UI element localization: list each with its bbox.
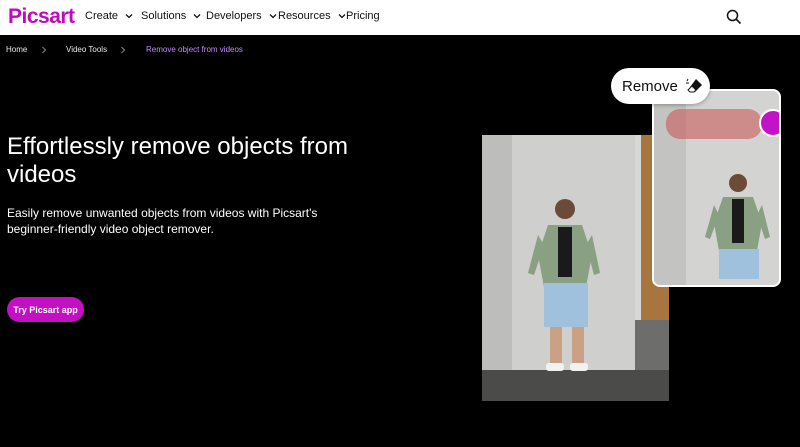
person-figure [705,174,770,279]
breadcrumb-current: Remove object from videos [146,45,243,54]
page-title: Effortlessly remove objects from videos [7,133,349,188]
chevron-right-icon [121,46,126,54]
nav-developers-label: Developers [206,10,262,22]
person-figure [528,199,600,371]
edited-video-frame [652,89,781,287]
nav-pricing[interactable]: Pricing [346,10,380,22]
chevron-down-icon [193,14,201,19]
top-navigation: Picsart Create Solutions Developers Reso… [0,0,800,35]
selection-mask [666,109,762,139]
breadcrumb-home[interactable]: Home [6,45,27,54]
nav-developers[interactable]: Developers [206,10,278,22]
brush-cursor [759,109,779,137]
search-icon[interactable] [726,9,742,25]
breadcrumb-video-tools[interactable]: Video Tools [66,45,107,54]
nav-create[interactable]: Create [85,10,134,22]
floor-step [635,320,669,370]
nav-pricing-label: Pricing [346,10,380,22]
hero-subtitle: Easily remove unwanted objects from vide… [7,206,318,236]
chevron-down-icon [125,14,133,19]
door-frame [635,135,641,320]
picsart-logo[interactable]: Picsart [8,4,75,30]
original-video-frame [482,135,669,401]
remove-badge: Remove [611,68,710,104]
nav-solutions[interactable]: Solutions [141,10,202,22]
nav-solutions-label: Solutions [141,10,187,22]
wall-shadow [482,135,512,401]
remove-label: Remove [622,77,678,95]
eraser-icon [685,78,702,93]
nav-resources-label: Resources [278,10,331,22]
nav-resources[interactable]: Resources [278,10,347,22]
nav-create-label: Create [85,10,119,22]
try-picsart-app-button[interactable]: Try Picsart app [7,297,84,322]
chevron-down-icon [269,14,277,19]
chevron-right-icon [42,46,47,54]
